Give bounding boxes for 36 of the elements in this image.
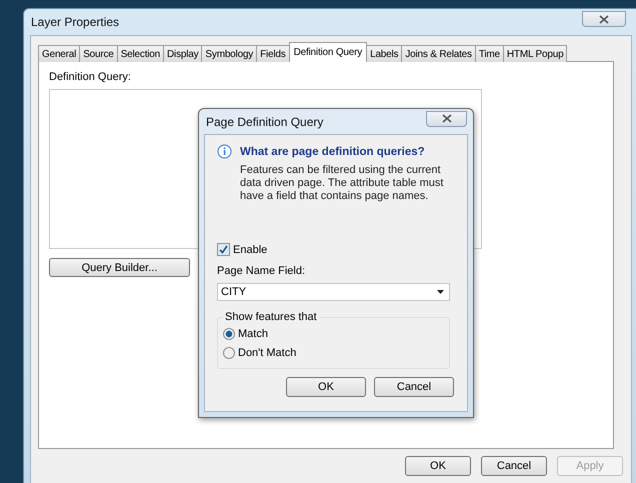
definition-query-label: Definition Query: <box>49 71 131 83</box>
info-icon <box>217 144 232 159</box>
dialog-button[interactable]: OK <box>286 377 366 397</box>
tab[interactable]: Time <box>474 45 504 62</box>
enable-checkbox[interactable] <box>217 243 230 256</box>
enable-label: Enable <box>233 244 268 256</box>
tab[interactable]: HTML Popup <box>502 45 568 62</box>
page-name-dropdown[interactable]: CITY <box>217 283 450 301</box>
close-icon <box>442 114 452 123</box>
tab[interactable]: Labels <box>366 45 402 62</box>
tab[interactable]: Fields <box>256 45 290 62</box>
page-name-field-label: Page Name Field: <box>217 265 306 277</box>
tab[interactable]: Definition Query <box>288 42 368 62</box>
window-title: Layer Properties <box>31 15 120 29</box>
radio-button[interactable] <box>223 328 235 340</box>
tab[interactable]: Symbology <box>201 45 258 62</box>
tab[interactable]: Source <box>79 45 118 62</box>
close-button[interactable] <box>426 110 467 126</box>
dialog-button[interactable]: Cancel <box>481 456 547 476</box>
help-description: Features can be filtered using the current data driven page. The attribute table must have a field that contains page names. <box>240 164 444 203</box>
query-builder-button[interactable]: Query Builder... <box>49 258 190 277</box>
close-icon <box>599 14 609 24</box>
close-button[interactable] <box>582 11 626 27</box>
radio-button[interactable] <box>223 346 235 358</box>
dialog-button[interactable]: Cancel <box>374 377 454 397</box>
tab[interactable]: Joins & Relates <box>401 45 476 62</box>
dialog-title: Page Definition Query <box>206 114 324 128</box>
radio-label: Don't Match <box>238 346 296 358</box>
tab[interactable]: General <box>38 45 80 62</box>
help-heading: What are page definition queries? <box>240 146 425 158</box>
tab[interactable]: Selection <box>116 45 164 62</box>
group-label: Show features that <box>224 311 318 323</box>
dropdown-arrow-icon <box>437 290 444 294</box>
tab[interactable]: Display <box>163 45 202 62</box>
dialog-button[interactable]: OK <box>405 456 471 476</box>
radio-label: Match <box>238 328 268 340</box>
